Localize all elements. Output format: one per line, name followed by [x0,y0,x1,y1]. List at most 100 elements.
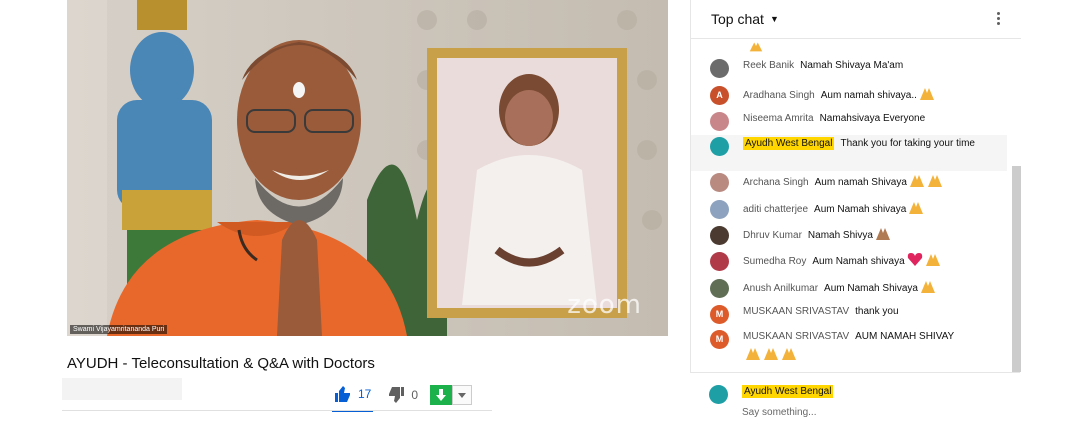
download-options-dropdown[interactable] [452,385,473,405]
chat-message-text: Namah Shivaya Ma'am [800,60,904,71]
author-avatar[interactable]: M [710,330,729,349]
download-button[interactable] [430,385,453,405]
thumbs-down-icon [389,387,405,403]
pray-emoji-icon [909,175,924,187]
chat-message-body: Aradhana Singh Aum namah shivaya.. [743,86,1007,102]
video-actions: 17 0 [332,378,473,412]
author-avatar[interactable]: M [710,305,729,324]
chat-message-body: Dhruv Kumar Namah Shivya [743,226,1007,242]
pray-emoji-icon [909,202,924,214]
chat-message-body: Reek Banik Namah Shivaya Ma'am [743,59,1007,72]
emoji-group [907,175,943,188]
chat-message-text: Aum namah Shivaya [814,177,907,188]
chat-author-name[interactable]: Niseema Amrita [743,113,814,124]
chat-message[interactable]: A Aradhana Singh Aum namah shivaya.. [691,84,1007,106]
chat-input[interactable]: Say something... [742,407,816,418]
chevron-down-icon [458,392,467,398]
author-avatar[interactable] [710,112,729,131]
chat-mode-selector[interactable]: Top chat [711,11,764,27]
more-options-icon[interactable] [997,10,1001,27]
chat-message[interactable]: Ayudh West Bengal Thank you for taking yo… [691,135,1007,171]
pray-emoji-icon [782,348,796,360]
chat-message[interactable]: Archana Singh Aum namah Shivaya [691,171,1007,193]
chat-message-body: MUSKAAN SRIVASTAV thank you [743,305,1007,318]
chat-message-body: aditi chatterjee Aum Namah shivaya [743,200,1007,216]
author-avatar[interactable] [710,200,729,219]
actions-divider [62,410,492,411]
like-count: 17 [358,387,372,401]
heart-emoji-icon [907,253,922,266]
chat-message[interactable]: aditi chatterjee Aum Namah shivaya [691,198,1007,220]
pray-emoji-icon [764,348,778,360]
chat-message-text: AUM NAMAH SHIVAY [855,331,955,342]
chat-author-name[interactable]: Aradhana Singh [743,90,815,101]
chat-author-name[interactable]: Reek Banik [743,60,794,71]
author-avatar[interactable] [710,252,729,271]
like-button[interactable]: 17 [332,378,374,412]
video-player[interactable]: Swami Vijayamritananda Puri zoom [67,0,668,336]
chat-message-body: Anush Anilkumar Aum Namah Shivaya [743,279,1007,295]
chat-message-text: Namah Shivya [807,230,873,241]
current-user-name: Ayudh West Bengal [742,385,834,398]
pray-emoji-icon [746,348,760,360]
emoji-group [873,228,891,241]
chat-message-body: MUSKAAN SRIVASTAV AUM NAMAH SHIVAY [743,330,1007,362]
pray-emoji-icon [925,254,940,266]
chat-author-name[interactable]: Ayudh West Bengal [743,137,835,150]
chat-message[interactable]: Dhruv Kumar Namah Shivya [691,224,1007,246]
video-frame-image [67,0,668,336]
dislike-count: 0 [411,388,419,402]
author-avatar[interactable] [710,279,729,298]
chat-message[interactable]: Anush Anilkumar Aum Namah Shivaya [691,277,1007,299]
chat-author-name[interactable]: MUSKAAN SRIVASTAV [743,331,849,342]
speaker-name-label: Swami Vijayamritananda Puri [70,325,168,334]
chat-message[interactable]: Sumedha Roy Aum Namah shivaya [691,250,1007,272]
chat-scrollbar[interactable] [1012,166,1021,372]
video-title: AYUDH - Teleconsultation & Q&A with Doct… [67,355,375,372]
chat-message-text: Thank you for taking your time [840,138,975,149]
current-user-avatar [709,385,728,404]
chat-message-text: Namahsivaya Everyone [819,113,926,124]
chat-header: Top chat ▼ [691,0,1021,39]
author-avatar[interactable]: A [710,86,729,105]
video-meta-placeholder [62,378,182,400]
pray-emoji-icon [919,88,934,100]
chat-message-text: thank you [855,306,899,317]
input-overlay [494,372,694,420]
chat-author-name[interactable]: aditi chatterjee [743,204,808,215]
pray-emoji-icon [920,281,935,293]
chat-message-body: Ayudh West Bengal Thank you for taking yo… [743,137,1007,150]
zoom-watermark: zoom [567,290,642,320]
chat-message[interactable]: M MUSKAAN SRIVASTAV AUM NAMAH SHIVAY [691,328,1007,368]
emoji-group [918,281,936,294]
dislike-button[interactable]: 0 [387,387,418,403]
pray-emoji-icon [875,228,890,240]
chat-author-name[interactable]: MUSKAAN SRIVASTAV [743,306,849,317]
chat-author-name[interactable]: Sumedha Roy [743,256,806,267]
chat-message-body: Niseema Amrita Namahsivaya Everyone [743,112,1007,125]
author-avatar[interactable] [710,226,729,245]
emoji-group [917,88,935,101]
chat-author-name[interactable]: Archana Singh [743,177,809,188]
chat-message[interactable]: M MUSKAAN SRIVASTAV thank you [691,303,1007,325]
emoji-group [743,346,997,362]
caret-down-icon[interactable]: ▼ [770,14,779,24]
chat-author-name[interactable]: Anush Anilkumar [743,283,818,294]
download-arrow-icon [436,389,447,401]
author-avatar[interactable] [710,137,729,156]
chat-input-area: Ayudh West Bengal Say something... [690,372,1020,421]
thumbs-up-icon [335,386,350,402]
author-avatar[interactable] [710,173,729,192]
live-chat-panel: Top chat ▼ Reek Banik Namah Shivaya Ma'am… [690,0,1021,372]
chat-message-text: Aum Namah Shivaya [824,283,918,294]
chat-message-text: Aum namah shivaya.. [820,90,917,101]
chat-message-text: Aum Namah shivaya [812,256,905,267]
author-avatar[interactable] [710,59,729,78]
pray-emoji-icon [749,42,763,52]
chat-message-list[interactable]: Reek Banik Namah Shivaya Ma'am A Aradhana S… [691,39,1007,372]
chat-message[interactable]: Niseema Amrita Namahsivaya Everyone [691,110,1007,132]
emoji-group [905,253,941,267]
chat-author-name[interactable]: Dhruv Kumar [743,230,802,241]
chat-message[interactable]: Reek Banik Namah Shivaya Ma'am [691,57,1007,79]
chat-message-body: Sumedha Roy Aum Namah shivaya [743,252,1007,268]
